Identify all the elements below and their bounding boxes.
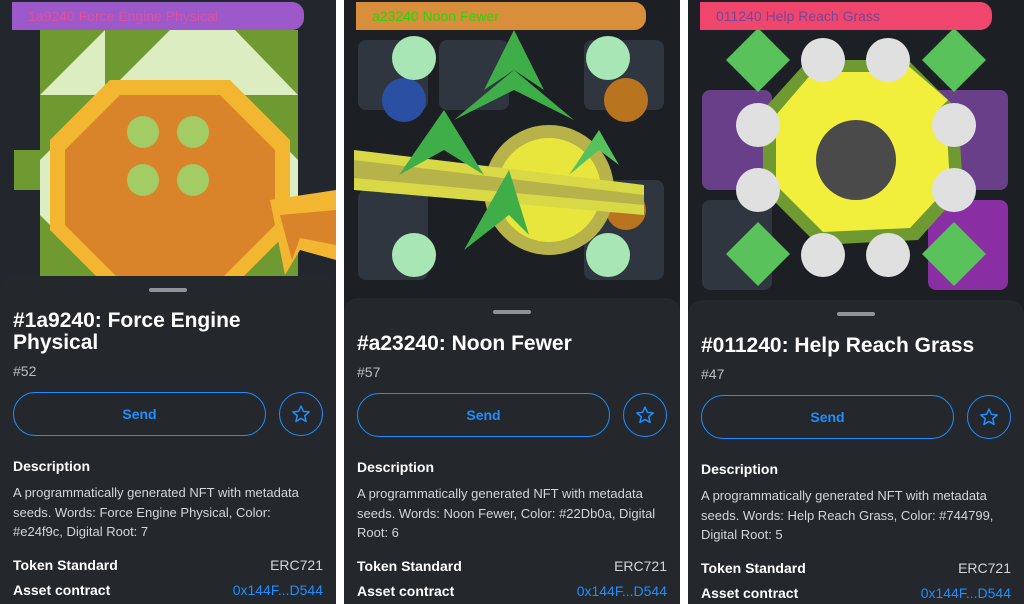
send-button[interactable]: Send <box>13 392 266 436</box>
asset-contract-row: Asset contract 0x144F...D544 <box>13 582 323 598</box>
star-icon <box>292 405 310 423</box>
nft-number: #57 <box>357 364 381 380</box>
drag-handle[interactable] <box>493 310 531 314</box>
asset-contract-row: Asset contract 0x144F...D544 <box>701 585 1011 601</box>
description-text: A programmatically generated NFT with me… <box>13 485 299 539</box>
artwork-name-banner: 1a9240 Force Engine Physical <box>12 2 304 30</box>
favorite-button[interactable] <box>623 393 667 437</box>
token-standard-value: ERC721 <box>614 557 667 574</box>
favorite-button[interactable] <box>279 392 323 436</box>
token-standard-label: Token Standard <box>357 557 462 574</box>
description-heading: Description <box>357 459 435 475</box>
nft-artwork: 1a9240 Force Engine Physical <box>0 0 336 320</box>
description-text: A programmatically generated NFT with me… <box>701 488 994 542</box>
star-icon <box>636 406 654 424</box>
asset-contract-link[interactable]: 0x144F...D544 <box>921 585 1011 601</box>
drag-handle[interactable] <box>837 312 875 316</box>
artwork-name-banner: 011240 Help Reach Grass <box>700 2 992 30</box>
nft-title: #1a9240: Force Engine Physical <box>13 309 241 354</box>
nft-title: #011240: Help Reach Grass <box>701 334 975 357</box>
star-icon <box>980 408 998 426</box>
description-heading: Description <box>701 461 779 477</box>
favorite-button[interactable] <box>967 395 1011 439</box>
asset-contract-label: Asset contract <box>357 582 455 599</box>
token-standard-row: Token Standard ERC721 <box>13 557 323 573</box>
nft-detail-card: 011240 Help Reach Grass #011240: Help Re… <box>688 0 1024 604</box>
nft-artwork: 011240 Help Reach Grass <box>688 0 1024 320</box>
send-button[interactable]: Send <box>357 393 610 437</box>
asset-contract-label: Asset contract <box>13 581 111 598</box>
nft-detail-card: 1a9240 Force Engine Physical #1a9240: Fo… <box>0 0 336 604</box>
drag-handle[interactable] <box>149 288 187 292</box>
asset-contract-link[interactable]: 0x144F...D544 <box>233 582 323 598</box>
description-heading: Description <box>13 458 91 474</box>
artwork-name-banner: a23240 Noon Fewer <box>356 2 646 30</box>
details-sheet: #011240: Help Reach Grass #47 Send Descr… <box>688 300 1024 604</box>
token-standard-label: Token Standard <box>701 559 806 576</box>
nft-title: #a23240: Noon Fewer <box>357 332 572 355</box>
send-button[interactable]: Send <box>701 395 954 439</box>
token-standard-value: ERC721 <box>270 556 323 573</box>
asset-contract-link[interactable]: 0x144F...D544 <box>577 583 667 599</box>
token-standard-value: ERC721 <box>958 559 1011 576</box>
nft-number: #52 <box>13 363 37 379</box>
nft-artwork: a23240 Noon Fewer <box>344 0 680 320</box>
token-standard-row: Token Standard ERC721 <box>701 560 1011 576</box>
nft-detail-card: a23240 Noon Fewer #a23240: Noon Fewer #5… <box>344 0 680 604</box>
asset-contract-label: Asset contract <box>701 584 799 601</box>
asset-contract-row: Asset contract 0x144F...D544 <box>357 583 667 599</box>
description-text: A programmatically generated NFT with me… <box>357 486 656 540</box>
details-sheet: #1a9240: Force Engine Physical #52 Send … <box>0 276 336 604</box>
nft-number: #47 <box>701 366 725 382</box>
token-standard-row: Token Standard ERC721 <box>357 558 667 574</box>
token-standard-label: Token Standard <box>13 556 118 573</box>
details-sheet: #a23240: Noon Fewer #57 Send Description… <box>344 298 680 604</box>
